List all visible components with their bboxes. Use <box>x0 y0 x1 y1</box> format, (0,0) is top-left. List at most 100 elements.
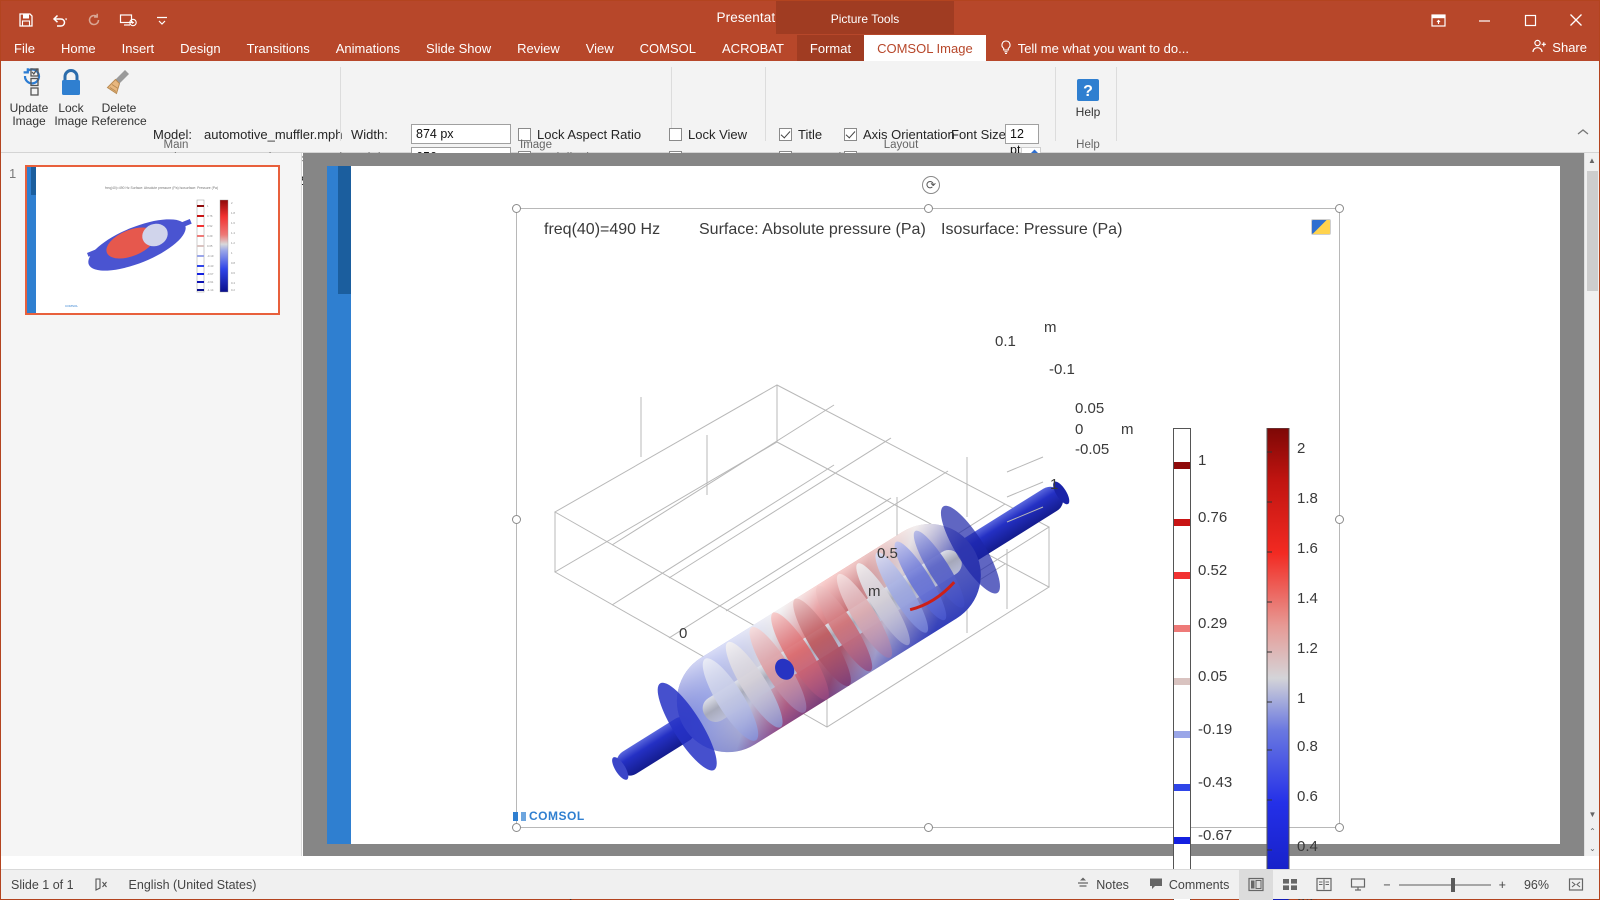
axis-label-x-max: 1 <box>1050 476 1059 493</box>
notes-button[interactable]: Notes <box>1066 870 1139 900</box>
lock-view-label: Lock View <box>688 127 748 142</box>
lock-view-checkbox[interactable]: Lock View <box>669 127 747 142</box>
share-button[interactable]: Share <box>1532 39 1587 56</box>
acoustic-pressure-3d-plot <box>553 384 1070 780</box>
title-checkbox[interactable]: Title <box>779 127 822 142</box>
comsol-logotype: COMSOL <box>513 809 585 823</box>
next-slide-icon[interactable]: ⌄ <box>1585 841 1600 856</box>
svg-text:1.6: 1.6 <box>231 221 235 225</box>
colorbar-label: 1 <box>1297 690 1306 707</box>
thumb-preview: freq(40)=490 Hz Surface: Absolute pressu… <box>65 186 235 308</box>
rotation-handle[interactable]: ⟳ <box>922 176 940 194</box>
isosurface-legend <box>1173 428 1191 900</box>
tab-animations[interactable]: Animations <box>323 35 413 62</box>
colorbar-label: 0.6 <box>1297 788 1318 805</box>
slide-thumbnail-1[interactable]: freq(40)=490 Hz Surface: Absolute pressu… <box>25 165 280 315</box>
axis-label-y-max: 0.1 <box>995 333 1016 350</box>
zoom-in-button[interactable]: + <box>1499 878 1506 892</box>
comsol-image-link-icon <box>1311 219 1331 235</box>
tell-me-label: Tell me what you want to do... <box>1017 41 1189 56</box>
tell-me-box[interactable]: Tell me what you want to do... <box>986 35 1189 62</box>
divider <box>1116 67 1117 141</box>
svg-text:-0.67: -0.67 <box>207 272 214 276</box>
resize-handle-bl[interactable] <box>512 823 521 832</box>
ribbon-group-layout: Title Legend Grid Axis Orientation Logot… <box>771 61 1056 188</box>
picture-selection-frame[interactable]: ⟳ freq(40)=490 Hz Surface: Absolute pres… <box>512 176 1344 900</box>
tab-view[interactable]: View <box>573 35 627 62</box>
zoom-out-button[interactable]: − <box>1383 878 1390 892</box>
zoom-level[interactable]: 96% <box>1514 870 1559 900</box>
tab-slide-show[interactable]: Slide Show <box>413 35 504 62</box>
previous-slide-icon[interactable]: ⌃ <box>1585 824 1600 839</box>
reading-view-icon[interactable] <box>1307 870 1341 900</box>
resize-handle-ml[interactable] <box>512 515 521 524</box>
plot-title-surface: Surface: Absolute pressure (Pa) <box>699 221 926 238</box>
tab-acrobat[interactable]: ACROBAT <box>709 35 797 62</box>
scroll-down-icon[interactable]: ▼ <box>1585 807 1600 822</box>
svg-text:1.4: 1.4 <box>231 231 235 235</box>
help-label: Help <box>1075 105 1101 119</box>
help-button[interactable]: ? Help <box>1062 69 1114 119</box>
resize-handle-bc[interactable] <box>924 823 933 832</box>
resize-handle-br[interactable] <box>1335 823 1344 832</box>
zoom-slider[interactable]: − + <box>1375 877 1514 892</box>
slide-sorter-icon[interactable] <box>1273 870 1307 900</box>
slideshow-icon[interactable] <box>1341 870 1375 900</box>
axis-label-z-max: 0.05 <box>1075 400 1105 417</box>
share-label: Share <box>1552 40 1587 55</box>
font-size-input[interactable]: 12 pt <box>1005 124 1039 157</box>
lightbulb-icon <box>1000 39 1012 58</box>
tab-design[interactable]: Design <box>167 35 233 62</box>
tab-review[interactable]: Review <box>504 35 573 62</box>
zoom-knob[interactable] <box>1450 877 1455 892</box>
comsol-logo-text: COMSOL <box>529 809 585 823</box>
colorbar-label: 0.4 <box>1297 838 1318 855</box>
comments-button[interactable]: Comments <box>1139 870 1239 900</box>
tab-home[interactable]: Home <box>48 35 109 62</box>
scroll-up-icon[interactable]: ▲ <box>1585 153 1599 168</box>
question-mark-icon: ? <box>1062 69 1114 103</box>
collapse-ribbon-icon[interactable] <box>1577 127 1591 141</box>
powerpoint-window: Presentation1 - PowerPoint Picture Tools… <box>0 0 1600 900</box>
slide-canvas[interactable]: ⟳ freq(40)=490 Hz Surface: Absolute pres… <box>327 166 1560 900</box>
isolevel-swatch <box>1174 837 1190 844</box>
ribbon-group-image: Width: 874 px Height: 656 px Resolution:… <box>346 61 768 190</box>
svg-text:0.2: 0.2 <box>231 288 235 292</box>
normal-view-icon[interactable] <box>1239 869 1274 900</box>
tab-file[interactable]: File <box>1 35 48 62</box>
resize-handle-mr[interactable] <box>1335 515 1344 524</box>
svg-text:0.29: 0.29 <box>207 234 213 238</box>
group-title-layout: Layout <box>883 139 919 151</box>
ribbon: Update Image Lock Image Delete Reference… <box>1 61 1599 190</box>
tab-comsol[interactable]: COMSOL <box>627 35 709 62</box>
plot-title-isosurface: Isosurface: Pressure (Pa) <box>941 221 1123 238</box>
scrollbar-thumb[interactable] <box>1587 171 1598 291</box>
tab-format[interactable]: Format <box>796 35 865 62</box>
delete-reference-button[interactable]: Delete Reference <box>89 65 149 128</box>
tab-comsol-image[interactable]: COMSOL Image <box>864 35 986 62</box>
resize-handle-tr[interactable] <box>1335 204 1344 213</box>
language-indicator[interactable]: English (United States) <box>119 870 267 900</box>
slide-count[interactable]: Slide 1 of 1 <box>1 870 84 900</box>
svg-text:2: 2 <box>231 201 233 205</box>
ribbon-group-main: Update Image Lock Image Delete Reference… <box>1 61 364 188</box>
svg-text:freq(40)=490 Hz Surface: Ab: freq(40)=490 Hz Surface: Absolute pressu… <box>105 186 218 190</box>
zoom-track[interactable] <box>1398 877 1491 892</box>
resize-handle-tl[interactable] <box>512 204 521 213</box>
spellcheck-icon[interactable] <box>84 870 119 900</box>
colorbar-label: 1.6 <box>1297 540 1318 557</box>
status-bar: Slide 1 of 1 English (United States) Not… <box>1 869 1599 900</box>
ribbon-tabs: File Home Insert Design Transitions Anim… <box>1 34 1599 62</box>
isolevel-label: 0.29 <box>1198 615 1228 632</box>
colorbar-label: 2 <box>1297 440 1306 457</box>
vertical-scrollbar[interactable]: ▲ ▼ ⌃ ⌄ <box>1584 153 1599 856</box>
isolevel-swatch <box>1174 519 1190 526</box>
fit-slide-icon[interactable] <box>1559 870 1593 900</box>
tab-transitions[interactable]: Transitions <box>234 35 323 62</box>
isolevel-label: -0.43 <box>1198 774 1233 791</box>
notes-label: Notes <box>1096 877 1129 892</box>
tab-insert[interactable]: Insert <box>109 35 168 62</box>
context-tools-label: Picture Tools <box>776 1 954 37</box>
resize-handle-tc[interactable] <box>924 204 933 213</box>
isolevel-label: 0.05 <box>1198 668 1228 685</box>
